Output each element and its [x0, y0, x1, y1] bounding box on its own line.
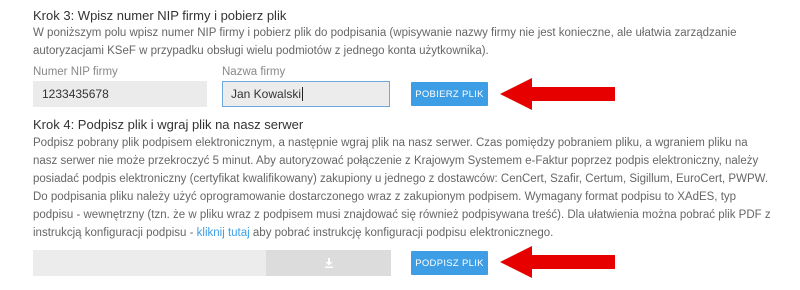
file-path-field[interactable]	[33, 250, 266, 276]
step3-title: Krok 3: Wpisz numer NIP firmy i pobierz …	[33, 8, 287, 23]
step4-description-text-end: aby pobrać instrukcję konfiguracji podpi…	[249, 227, 554, 239]
step4-description: Podpisz pobrany plik podpisem elektronic…	[33, 134, 773, 242]
company-name-value: Jan Kowalski	[231, 87, 302, 101]
company-name-label: Nazwa firmy	[222, 66, 286, 78]
download-file-button[interactable]: POBIERZ PLIK	[411, 82, 488, 106]
red-arrow-icon	[500, 78, 615, 110]
step4-description-text: Podpisz pobrany plik podpisem elektronic…	[33, 137, 771, 239]
step3-description: W poniższym polu wpisz numer NIP firmy i…	[33, 27, 737, 57]
page: Krok 3: Wpisz numer NIP firmy i pobierz …	[0, 0, 800, 290]
nip-label: Numer NIP firmy	[33, 66, 118, 78]
nip-value: 1233435678	[42, 87, 109, 101]
upload-file-button[interactable]	[266, 250, 391, 276]
step4-title: Krok 4: Podpisz plik i wgraj plik na nas…	[33, 117, 304, 132]
instruction-link[interactable]: kliknij tutaj	[197, 227, 250, 239]
red-arrow-icon	[500, 246, 615, 278]
sign-file-button[interactable]: PODPISZ PLIK	[411, 251, 488, 275]
download-icon	[324, 258, 333, 268]
nip-input[interactable]: 1233435678	[33, 81, 207, 107]
text-cursor	[302, 87, 304, 101]
company-name-input[interactable]: Jan Kowalski	[222, 81, 390, 107]
